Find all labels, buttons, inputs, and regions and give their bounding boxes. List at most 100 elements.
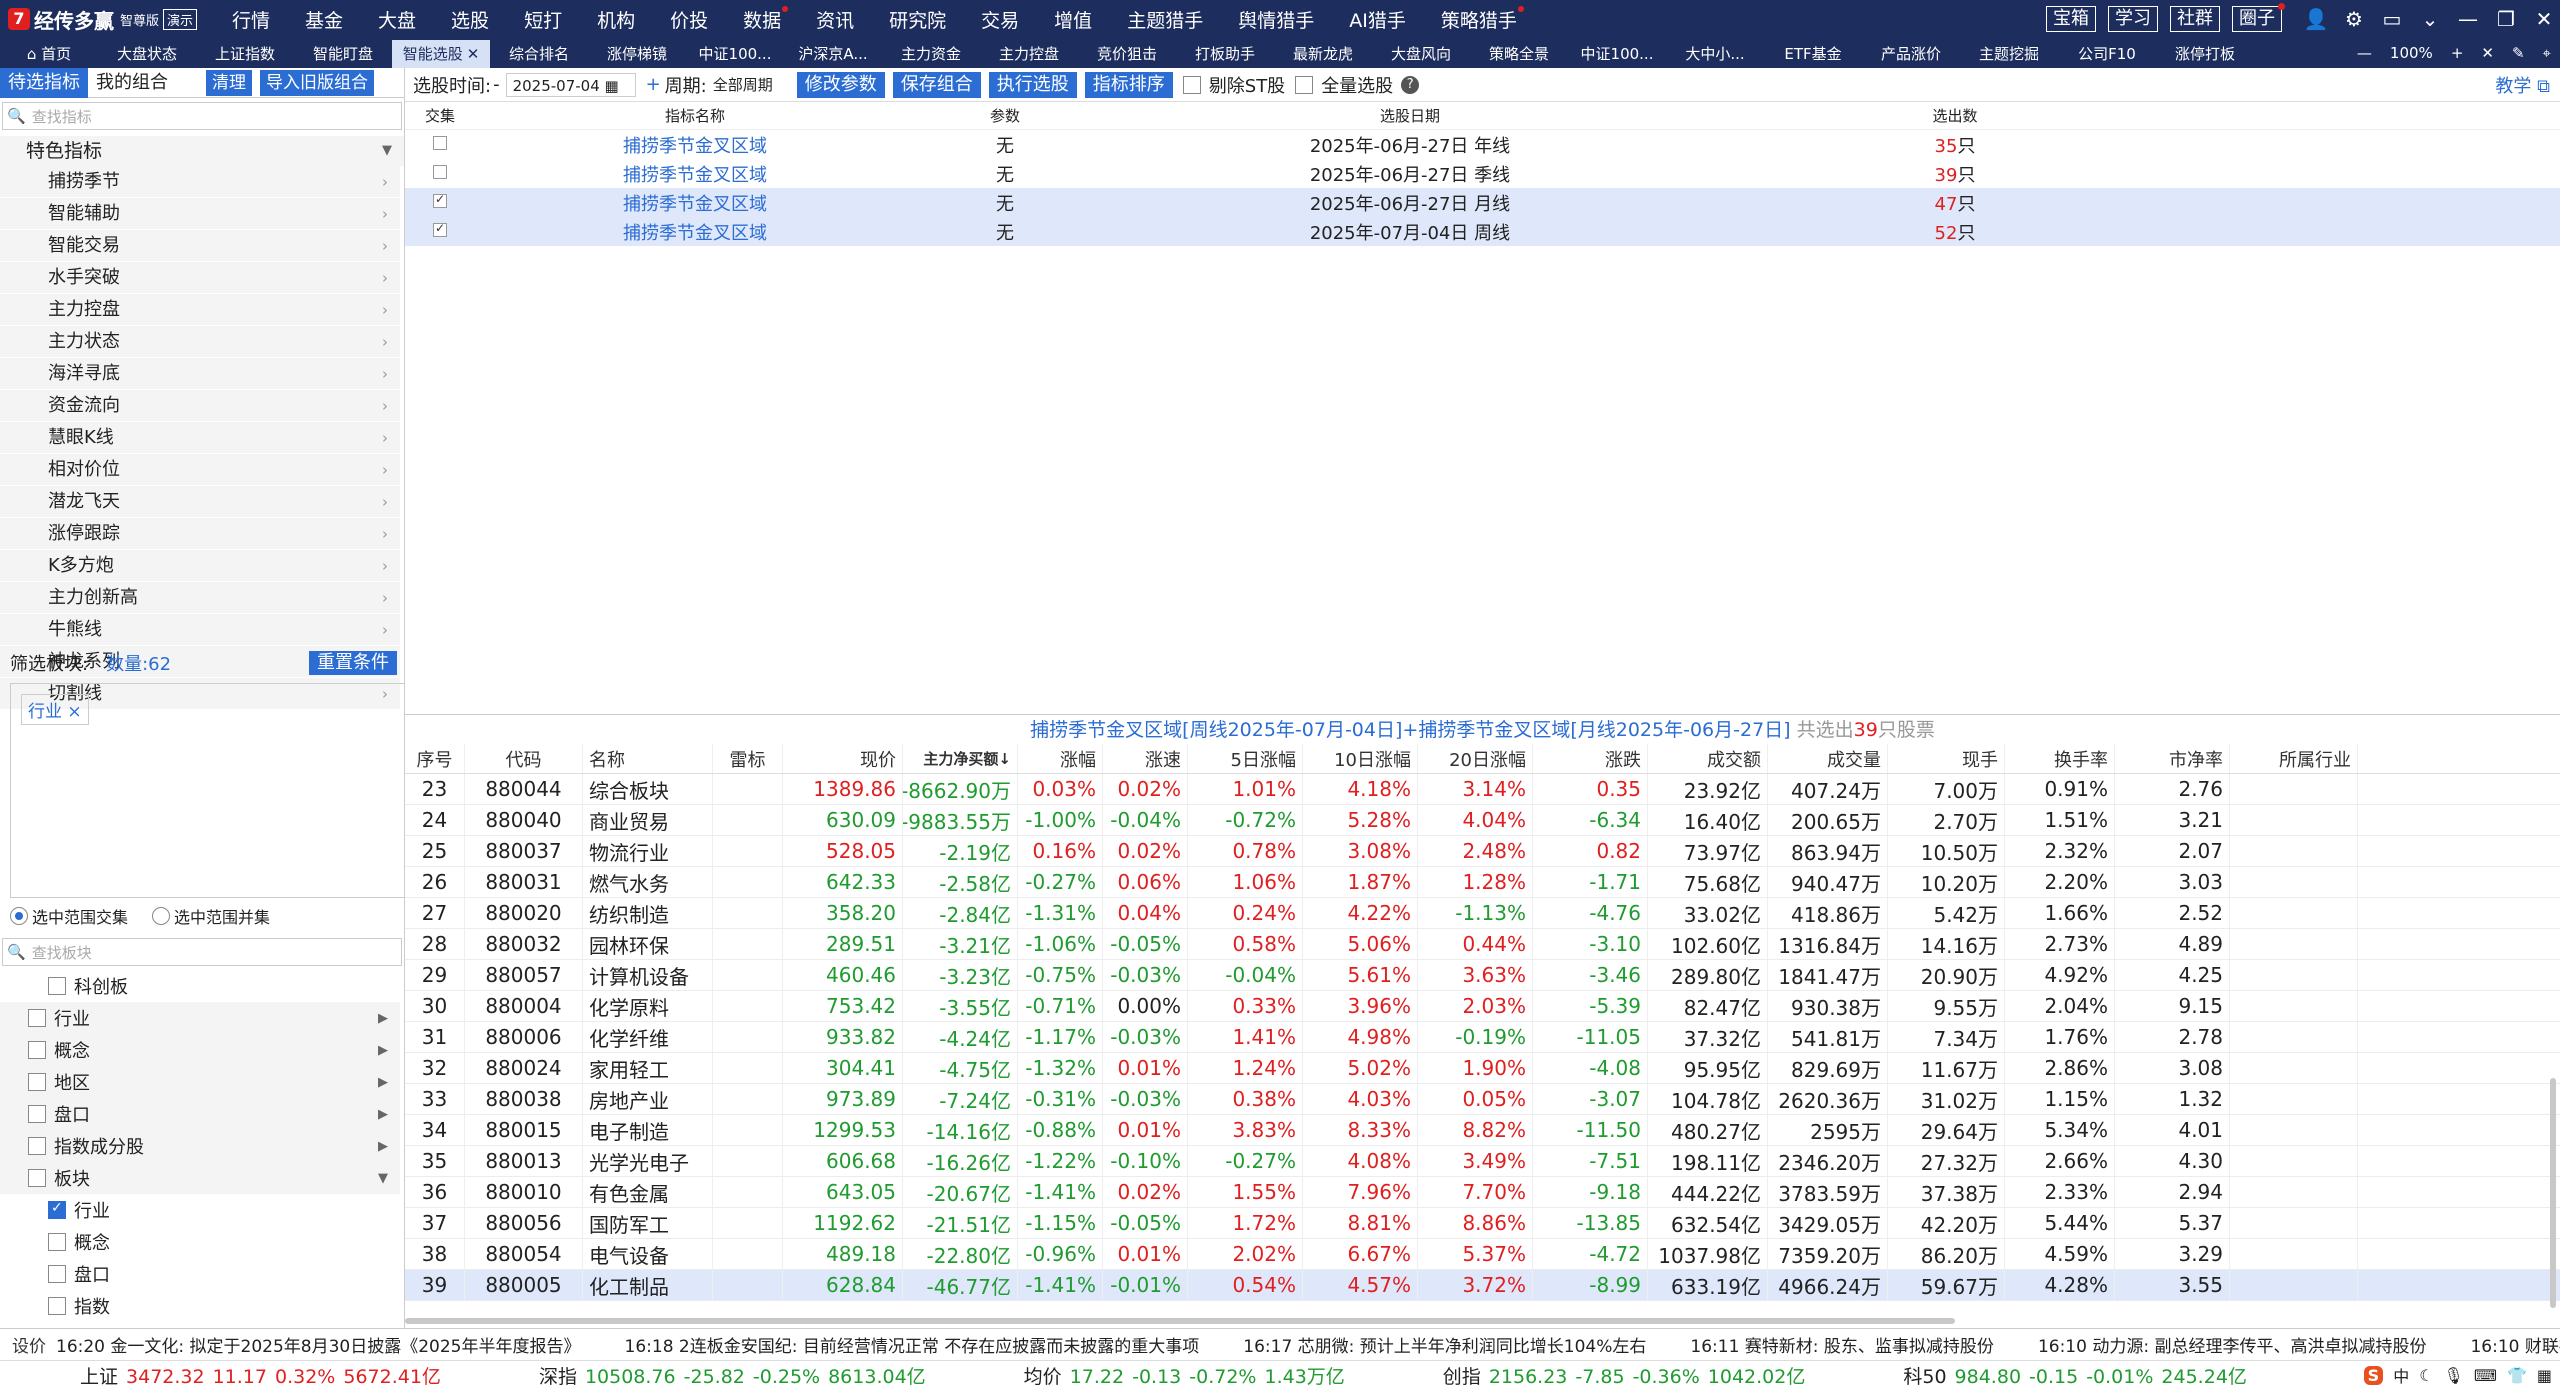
tab-10[interactable]: 主力控盘 (980, 40, 1078, 68)
index-item[interactable]: 科50 984.80 -0.15 -0.01% 245.24亿 (1903, 1362, 2255, 1389)
save-combo-button[interactable]: 保存组合 (892, 71, 981, 98)
indicator-row[interactable]: 捕捞季节金叉区域 无 2025年-06月-27日 季线 39只 (405, 159, 2560, 188)
news-item[interactable]: 16:11 赛特新材: 股东、监事拟减持股份 (1690, 1332, 1994, 1357)
tree-item[interactable]: 概念 (0, 1226, 405, 1258)
tree-item[interactable]: 行业 (0, 1194, 405, 1226)
menu-item-8[interactable]: 资讯 (816, 6, 854, 33)
date-picker[interactable]: 2025-07-04 ▦ (505, 72, 636, 97)
table-row[interactable]: 38 880054 电气设备 489.18 -22.80亿 -0.96% 0.01% 2.02… (405, 1239, 2560, 1270)
column-header[interactable]: 成交额 (1648, 744, 1768, 773)
expand-icon[interactable]: ▶ (378, 1139, 388, 1154)
index-item[interactable]: 上证 3472.32 11.17 0.32% 5672.41亿 (80, 1362, 449, 1389)
menu-item-3[interactable]: 选股 (451, 6, 489, 33)
menu-item-1[interactable]: 基金 (305, 6, 343, 33)
user-icon[interactable]: 👤 (2300, 0, 2332, 38)
feature-item[interactable]: 牛熊线 › (0, 614, 400, 646)
table-row[interactable]: 25 880037 物流行业 528.05 -2.19亿 0.16% 0.02% 0.78% 3… (405, 836, 2560, 867)
menu-item-15[interactable]: 策略猎手 (1441, 5, 1524, 33)
feature-item[interactable]: 捕捞季节 › (0, 166, 400, 198)
tab-11[interactable]: 竞价狙击 (1078, 40, 1176, 68)
feature-item[interactable]: 主力状态 › (0, 326, 400, 358)
indicator-row[interactable]: ✓ 捕捞季节金叉区域 无 2025年-07月-04日 周线 52只 (405, 217, 2560, 246)
feature-item[interactable]: 潜龙飞天 › (0, 486, 400, 518)
feature-item[interactable]: 涨停跟踪 › (0, 518, 400, 550)
table-row[interactable]: 26 880031 燃气水务 642.33 -2.58亿 -0.27% 0.06% 1.06%… (405, 867, 2560, 898)
close-icon[interactable]: ✕ (2528, 0, 2560, 38)
news-item[interactable]: 16:10 动力源: 副总经理李传平、高洪卓拟减持股份 (2038, 1332, 2427, 1357)
tree-checkbox[interactable] (28, 1009, 46, 1027)
news-item[interactable]: 16:18 2连板金安国纪: 目前经营情况正常 不存在应披露而未披露的重大事项 (625, 1332, 1200, 1357)
column-header[interactable]: 10日涨幅 (1303, 744, 1418, 773)
table-row[interactable]: 34 880015 电子制造 1299.53 -14.16亿 -0.88% 0.01% 3.8… (405, 1115, 2560, 1146)
tree-checkbox[interactable] (48, 977, 66, 995)
tab-8[interactable]: 沪深京A... (784, 40, 882, 68)
tree-checkbox[interactable] (28, 1073, 46, 1091)
tree-checkbox[interactable] (28, 1169, 46, 1187)
moon-icon[interactable]: ☾ (2419, 1366, 2433, 1385)
expand-icon[interactable]: ▶ (378, 1075, 388, 1090)
tutorial-link[interactable]: 教学 ⧉ (2495, 72, 2550, 98)
tab-14[interactable]: 大盘风向 (1372, 40, 1470, 68)
tab-17[interactable]: 大中小... (1666, 40, 1764, 68)
column-header[interactable]: 5日涨幅 (1188, 744, 1303, 773)
tree-checkbox[interactable] (28, 1137, 46, 1155)
column-header[interactable]: 现手 (1888, 744, 2005, 773)
intersect-checkbox[interactable] (433, 136, 447, 150)
column-header[interactable]: 成交量 (1768, 744, 1888, 773)
full-selection-checkbox[interactable] (1295, 75, 1314, 94)
sector-search-input[interactable]: 🔍 查找板块 (2, 938, 402, 966)
intersect-checkbox[interactable]: ✓ (433, 192, 447, 208)
close-icon[interactable]: ✕ (467, 45, 480, 63)
top-button-3[interactable]: 圈子 (2232, 3, 2285, 32)
tree-item[interactable]: 行业 ▶ (0, 1002, 400, 1034)
column-header[interactable]: 雷标 (713, 744, 783, 773)
tab-pending-indicators[interactable]: 待选指标 (0, 67, 88, 98)
shirt-icon[interactable]: 👕 (2507, 1366, 2527, 1385)
menu-item-12[interactable]: 主题猎手 (1127, 6, 1203, 33)
tab-18[interactable]: ETF基金 (1764, 40, 1862, 68)
mic-icon[interactable]: 🎙 (2444, 1366, 2464, 1385)
ime-mode[interactable]: 中 (2393, 1363, 2409, 1387)
menu-item-4[interactable]: 短打 (524, 6, 562, 33)
sector-chip[interactable]: 行业 × (21, 694, 89, 725)
column-header[interactable]: 20日涨幅 (1418, 744, 1533, 773)
top-button-2[interactable]: 社群 (2170, 6, 2220, 32)
indicator-name[interactable]: 捕捞季节金叉区域 (475, 219, 915, 245)
table-row[interactable]: 39 880005 化工制品 628.84 -46.77亿 -1.41% -0.01% 0.5… (405, 1270, 2560, 1301)
table-row[interactable]: 28 880032 园林环保 289.51 -3.21亿 -1.06% -0.05% 0.58… (405, 929, 2560, 960)
feature-item[interactable]: 主力控盘 › (0, 294, 400, 326)
menu-item-7[interactable]: 数据 (743, 5, 789, 33)
tab-21[interactable]: 公司F10 (2058, 40, 2156, 68)
expand-icon[interactable]: ▼ (378, 1171, 388, 1186)
tab-16[interactable]: 中证100... (1568, 40, 1666, 68)
ticker-settings[interactable]: 设价 (0, 1332, 56, 1357)
radio-union[interactable] (152, 907, 171, 925)
zoom-out-icon[interactable]: — (2357, 44, 2372, 62)
menu-item-6[interactable]: 价投 (670, 6, 708, 33)
table-row[interactable]: 31 880006 化学纤维 933.82 -4.24亿 -1.17% -0.03% 1.41… (405, 1022, 2560, 1053)
feature-item[interactable]: 智能辅助 › (0, 198, 400, 230)
indicator-name[interactable]: 捕捞季节金叉区域 (475, 132, 915, 158)
import-combo-button[interactable]: 导入旧版组合 (260, 69, 374, 96)
tab-12[interactable]: 打板助手 (1176, 40, 1274, 68)
indicator-name[interactable]: 捕捞季节金叉区域 (475, 161, 915, 187)
tab-0[interactable]: ⌂ 首页 (0, 40, 98, 68)
horizontal-scrollbar[interactable] (405, 1318, 1955, 1324)
tree-item[interactable]: 指数 (0, 1290, 405, 1322)
top-button-1[interactable]: 学习 (2108, 6, 2158, 32)
vertical-scrollbar[interactable] (2550, 1078, 2556, 1308)
column-header[interactable]: 现价 (783, 744, 903, 773)
index-item[interactable]: 创指 2156.23 -7.85 -0.36% 1042.02亿 (1443, 1362, 1814, 1389)
menu-item-2[interactable]: 大盘 (378, 6, 416, 33)
column-header[interactable]: 主力净买额↓ (903, 744, 1018, 773)
run-selection-button[interactable]: 执行选股 (988, 71, 1077, 98)
menu-item-14[interactable]: AI猎手 (1349, 6, 1406, 33)
close-all-icon[interactable]: ✕ (2481, 44, 2494, 62)
column-header[interactable]: 涨跌 (1533, 744, 1648, 773)
column-header[interactable]: 市净率 (2115, 744, 2230, 773)
column-header[interactable]: 涨幅 (1018, 744, 1103, 773)
reset-conditions-button[interactable]: 重置条件 (309, 651, 397, 675)
feature-item[interactable]: 智能交易 › (0, 230, 400, 262)
menu-item-5[interactable]: 机构 (597, 6, 635, 33)
tab-7[interactable]: 中证100... (686, 40, 784, 68)
